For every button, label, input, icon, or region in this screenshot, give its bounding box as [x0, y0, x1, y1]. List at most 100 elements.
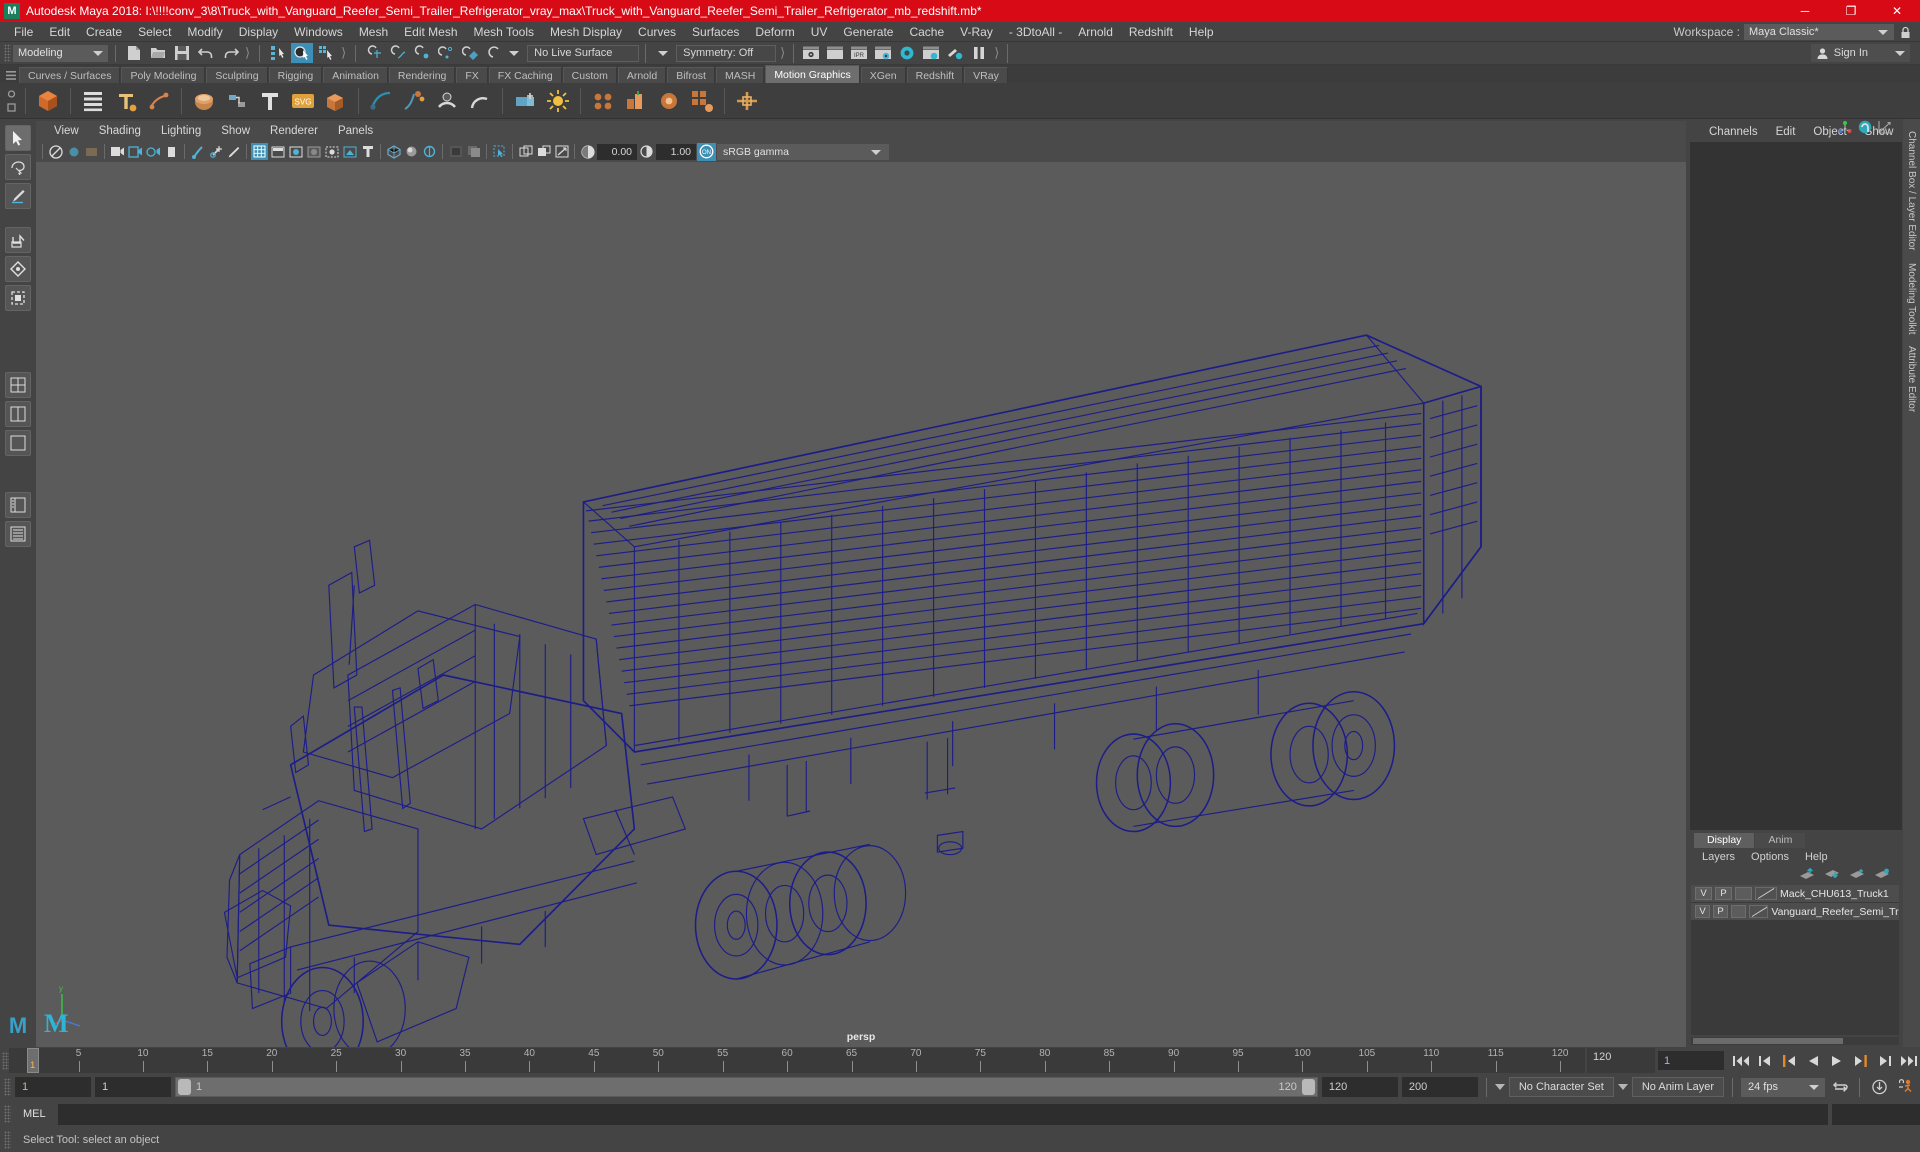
shelf-tab-motion-graphics[interactable]: Motion Graphics [765, 65, 860, 83]
menu-curves[interactable]: Curves [630, 22, 684, 42]
workspace-dropdown[interactable]: Maya Classic* [1744, 24, 1894, 40]
mash-instancer-icon[interactable] [687, 86, 717, 116]
command-line-grip[interactable] [4, 1105, 11, 1123]
sweep-mesh-icon[interactable] [432, 86, 462, 116]
help-line-grip[interactable] [4, 1131, 11, 1149]
move-tool[interactable] [5, 227, 31, 253]
layer-visibility-toggle[interactable]: V [1695, 887, 1712, 900]
pause-render-icon[interactable] [968, 43, 990, 63]
menu-3dtoall[interactable]: - 3DtoAll - [1001, 22, 1070, 42]
shelf-tab-curves-surfaces[interactable]: Curves / Surfaces [19, 67, 121, 83]
mash-influence-icon[interactable] [654, 86, 684, 116]
command-input[interactable] [57, 1103, 1828, 1125]
gate-mask-icon[interactable] [225, 143, 242, 160]
layer-menu-layers[interactable]: Layers [1694, 851, 1743, 863]
animation-end-field[interactable]: 200 [1401, 1077, 1478, 1097]
shelf-tab-fx[interactable]: FX [456, 67, 488, 83]
channel-box-attribute-list[interactable] [1690, 142, 1902, 830]
motion-blur-icon[interactable] [421, 143, 438, 160]
hypergraph-layout[interactable] [5, 521, 31, 547]
smooth-shade-all-icon[interactable] [341, 143, 358, 160]
menu-edit[interactable]: Edit [41, 22, 78, 42]
paint-effects-icon[interactable] [399, 86, 429, 116]
menu-modify[interactable]: Modify [179, 22, 230, 42]
shelf-tab-mash[interactable]: MASH [715, 67, 765, 83]
lock-camera-icon[interactable] [65, 143, 82, 160]
move-layer-down-icon[interactable] [1824, 868, 1840, 880]
select-camera-icon[interactable] [47, 143, 64, 160]
minimize-button[interactable]: ─ [1782, 0, 1828, 22]
vtab-modeling-toolkit[interactable]: Modeling Toolkit [1906, 257, 1917, 341]
live-surface-field[interactable]: No Live Surface [527, 44, 640, 62]
multisample-icon[interactable] [447, 143, 464, 160]
save-scene-icon[interactable] [171, 43, 193, 63]
range-slider[interactable]: 1 120 [175, 1077, 1318, 1097]
select-region-icon[interactable] [491, 143, 508, 160]
layer-color-swatch[interactable] [1755, 887, 1777, 900]
image-snapshot-icon[interactable] [553, 143, 570, 160]
sign-in-button[interactable]: Sign In [1810, 44, 1910, 62]
menu-uv[interactable]: UV [803, 22, 836, 42]
mash-trail-icon[interactable] [144, 86, 174, 116]
layer-playback-toggle[interactable]: P [1715, 887, 1732, 900]
layer-row[interactable]: V P Vanguard_Reefer_Semi_Trailer [1691, 903, 1899, 920]
scrollbar-thumb[interactable] [1693, 1038, 1843, 1044]
time-slider-grip[interactable] [2, 1051, 9, 1070]
rotate-tool[interactable] [5, 256, 31, 282]
two-pane-layout[interactable] [5, 401, 31, 427]
character-set-field[interactable]: No Character Set [1508, 1077, 1614, 1097]
mash-repro-icon[interactable] [621, 86, 651, 116]
bookmarks-icon[interactable] [109, 143, 126, 160]
ao-icon[interactable] [403, 143, 420, 160]
current-time-indicator[interactable]: 1 [27, 1048, 39, 1073]
menu-generate[interactable]: Generate [835, 22, 901, 42]
menu-cache[interactable]: Cache [901, 22, 952, 42]
mash-merge-icon[interactable] [222, 86, 252, 116]
symmetry-field[interactable]: Symmetry: Off [676, 44, 777, 62]
viewport-menu-panels[interactable]: Panels [328, 125, 383, 137]
shadows-icon[interactable] [385, 143, 402, 160]
isolate-select-add-icon[interactable] [535, 143, 552, 160]
menu-help[interactable]: Help [1181, 22, 1222, 42]
range-slider-left-handle[interactable] [178, 1079, 191, 1095]
go-to-start-icon[interactable] [1730, 1050, 1752, 1072]
menu-edit-mesh[interactable]: Edit Mesh [396, 22, 465, 42]
snap-grid-icon[interactable] [363, 43, 385, 63]
viewport-menu-renderer[interactable]: Renderer [260, 125, 328, 137]
layer-list-scrollbar[interactable] [1691, 1037, 1899, 1045]
new-layer-from-selected-icon[interactable] [1874, 868, 1890, 880]
range-end-field[interactable]: 120 [1321, 1077, 1398, 1097]
svg-tool-icon[interactable]: SVG [288, 86, 318, 116]
menu-vray[interactable]: V-Ray [952, 22, 1001, 42]
mash-network-icon[interactable] [33, 86, 63, 116]
step-forward-keyframe-icon[interactable] [1874, 1050, 1896, 1072]
playback-speed-dropdown[interactable]: 24 fps [1741, 1077, 1825, 1097]
range-slider-grip[interactable] [4, 1078, 11, 1096]
shelf-tab-poly-modeling[interactable]: Poly Modeling [121, 67, 206, 83]
command-output-field[interactable] [1832, 1103, 1920, 1125]
type-tool-icon[interactable] [255, 86, 285, 116]
mash-constraint-icon[interactable] [732, 86, 762, 116]
play-forwards-icon[interactable] [1826, 1050, 1848, 1072]
new-layer-icon[interactable] [1849, 868, 1865, 880]
gamma-field[interactable]: 1.00 [656, 143, 696, 160]
step-forward-frame-icon[interactable] [1850, 1050, 1872, 1072]
toolbar-collapse-bracket[interactable]: ⟩ [992, 45, 1001, 61]
menu-deform[interactable]: Deform [747, 22, 802, 42]
menu-display[interactable]: Display [231, 22, 286, 42]
viewport-menu-lighting[interactable]: Lighting [151, 125, 211, 137]
snap-projected-center-icon[interactable] [435, 43, 457, 63]
wireframe-icon[interactable] [305, 143, 322, 160]
shelf-tab-vray[interactable]: VRay [964, 67, 1008, 83]
step-back-keyframe-icon[interactable] [1754, 1050, 1776, 1072]
menu-arnold[interactable]: Arnold [1070, 22, 1121, 42]
viewport-menu-show[interactable]: Show [211, 125, 260, 137]
arc-icon[interactable] [465, 86, 495, 116]
menu-redshift[interactable]: Redshift [1121, 22, 1181, 42]
mash-text-icon[interactable] [111, 86, 141, 116]
toolbar-collapse-bracket[interactable]: ⟩ [778, 45, 787, 61]
layer-row[interactable]: V P Mack_CHU613_Truck1 [1691, 885, 1899, 902]
lock-icon[interactable] [1898, 24, 1912, 40]
shelf-tab-rendering[interactable]: Rendering [388, 67, 456, 83]
undo-icon[interactable] [195, 43, 217, 63]
